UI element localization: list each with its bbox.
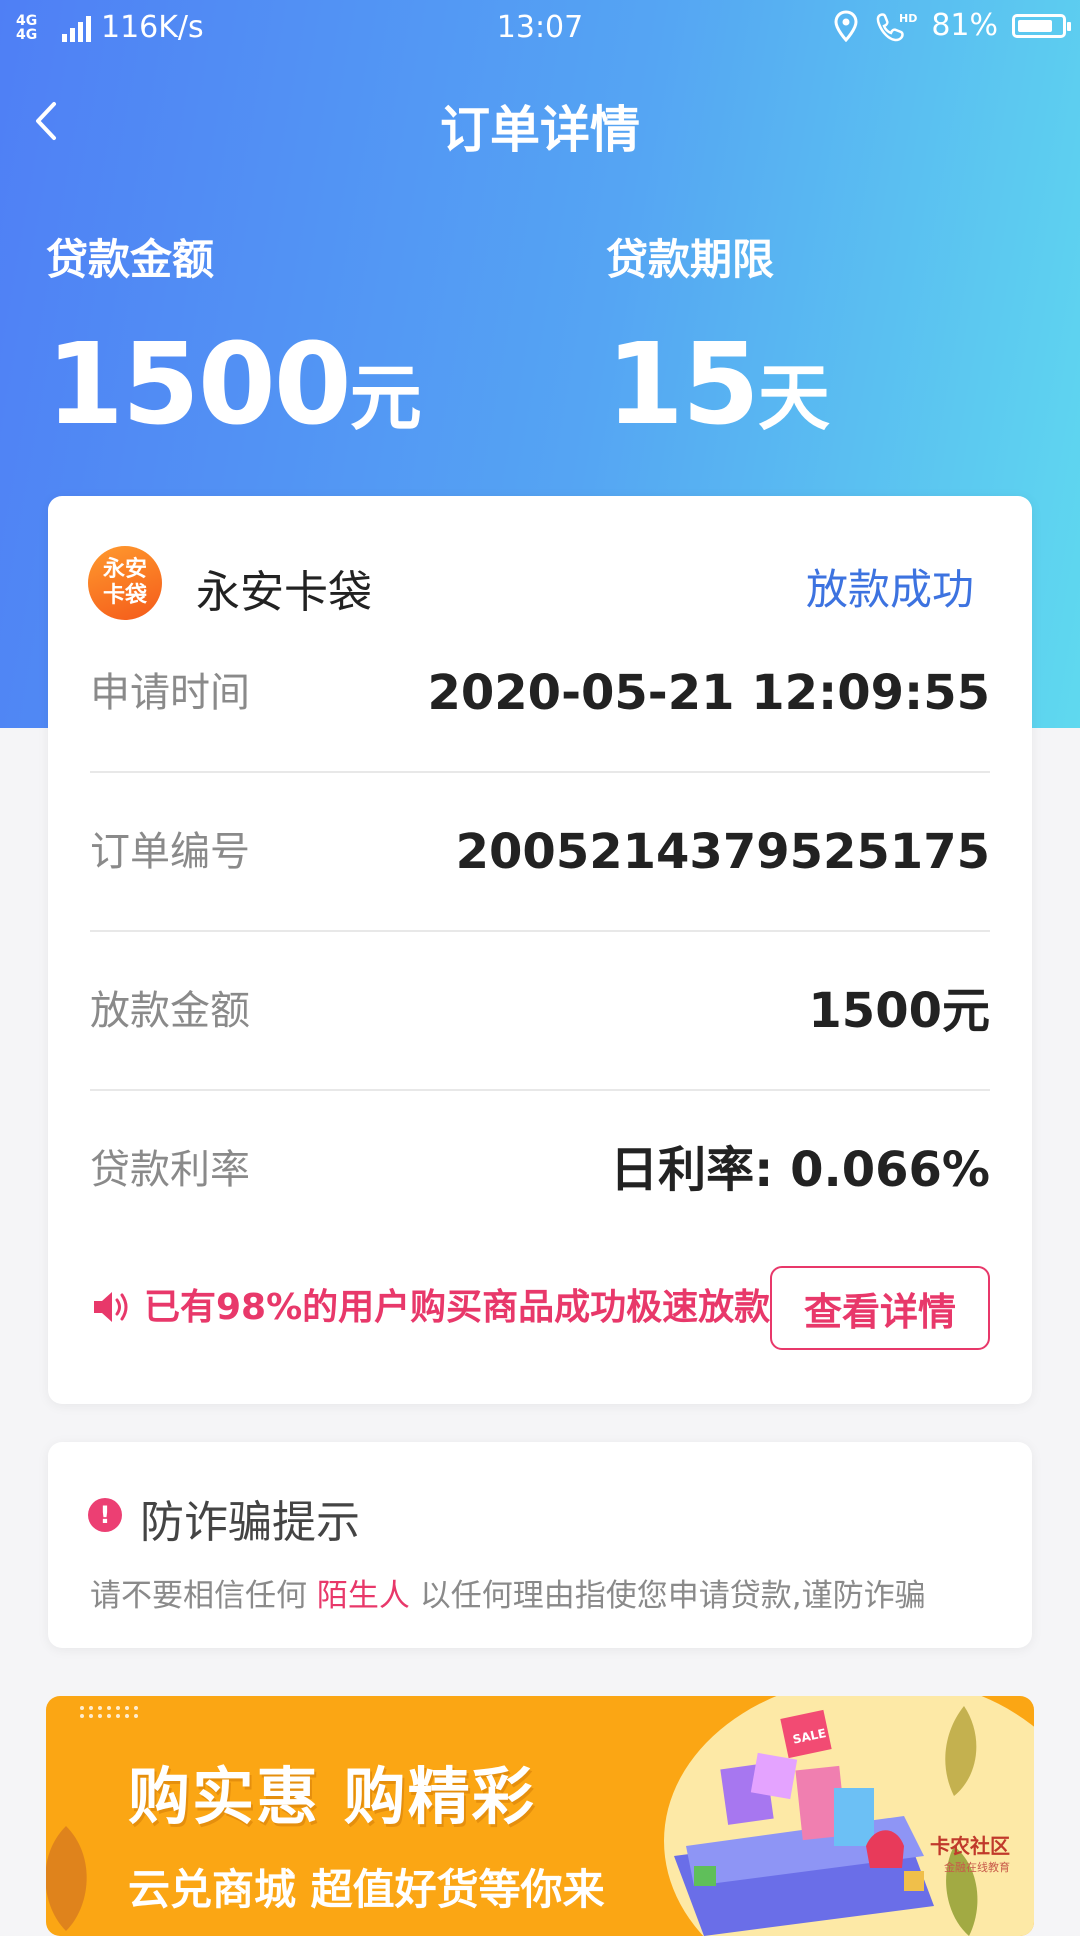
loan-amount-value: 1500元	[46, 320, 422, 450]
anti-fraud-title: 防诈骗提示	[140, 1497, 360, 1548]
watermark-logo: 卡农社区 金融在线教育	[930, 1830, 1010, 1875]
detail-row-interest-rate: 贷款利率 日利率: 0.066%	[90, 1091, 990, 1250]
battery-percent: 81%	[931, 8, 998, 43]
loan-term-number: 15	[606, 320, 760, 450]
promo-text: 已有98%的用户购买商品成功极速放款	[144, 1287, 771, 1328]
hd-call-icon: HD	[877, 12, 917, 41]
order-card: 永安卡袋 永安卡袋 放款成功 申请时间 2020-05-21 12:09:55 …	[48, 496, 1032, 1404]
anti-fraud-text: 请不要相信任何 陌生人 以任何理由指使您申请贷款,谨防诈骗	[90, 1570, 926, 1615]
status-bar: 4G 4G 116K/s 13:07 HD 81%	[0, 0, 1080, 56]
row-label: 放款金额	[90, 988, 250, 1034]
anti-fraud-text-before: 请不要相信任何	[90, 1578, 317, 1614]
lender-logo: 永安卡袋	[88, 546, 162, 620]
watermark-subtext: 金融在线教育	[944, 1861, 1010, 1874]
promo-bar: 已有98%的用户购买商品成功极速放款 查看详情	[90, 1266, 990, 1350]
mall-banner[interactable]: 购实惠 购精彩 云兑商城 超值好货等你来 SALE 卡农社区 金融在线教育	[46, 1696, 1034, 1936]
loan-term-value: 15天	[606, 320, 830, 450]
banner-title: 购实惠 购精彩	[128, 1760, 536, 1833]
loan-amount-label: 贷款金额	[46, 235, 215, 284]
loan-amount-number: 1500	[46, 320, 352, 450]
banner-subtitle: 云兑商城 超值好货等你来	[128, 1865, 605, 1914]
detail-row-apply-time: 申请时间 2020-05-21 12:09:55	[90, 614, 990, 773]
location-icon	[834, 9, 858, 42]
row-value: 日利率: 0.066%	[610, 1142, 990, 1198]
row-label: 订单编号	[90, 829, 250, 875]
svg-text:HD: HD	[899, 12, 917, 25]
status-right: HD 81%	[833, 8, 1071, 43]
detail-row-disbursed-amount: 放款金额 1500元	[90, 932, 990, 1091]
row-value: 2020-05-21 12:09:55	[427, 665, 990, 721]
loan-term-unit: 天	[757, 356, 830, 440]
shopping-illustration: SALE	[674, 1706, 978, 1936]
anti-fraud-text-after: 以任何理由指使您申请贷款,谨防诈骗	[409, 1578, 926, 1614]
warning-icon: !	[88, 1498, 122, 1532]
anti-fraud-highlight: 陌生人	[316, 1578, 410, 1614]
battery-icon	[1012, 13, 1071, 38]
page-title: 订单详情	[440, 101, 640, 159]
banner-dots-decoration	[80, 1706, 138, 1718]
watermark-text: 卡农社区	[930, 1834, 1010, 1858]
loan-amount-unit: 元	[349, 356, 422, 440]
loan-term-label: 贷款期限	[606, 235, 775, 284]
leaf-decoration-icon	[46, 1826, 87, 1931]
lender-name: 永安卡袋	[196, 567, 372, 618]
order-status: 放款成功	[805, 565, 974, 614]
speaker-icon	[94, 1292, 128, 1322]
row-label: 贷款利率	[90, 1147, 250, 1193]
battery-fill	[1018, 19, 1052, 32]
anti-fraud-card: ! 防诈骗提示 请不要相信任何 陌生人 以任何理由指使您申请贷款,谨防诈骗	[48, 1442, 1032, 1648]
detail-row-order-number: 订单编号 2005214379525175	[90, 773, 990, 932]
row-label: 申请时间	[90, 670, 250, 716]
row-value: 1500元	[808, 983, 990, 1039]
view-details-button[interactable]: 查看详情	[770, 1266, 990, 1350]
row-value: 2005214379525175	[455, 824, 990, 880]
